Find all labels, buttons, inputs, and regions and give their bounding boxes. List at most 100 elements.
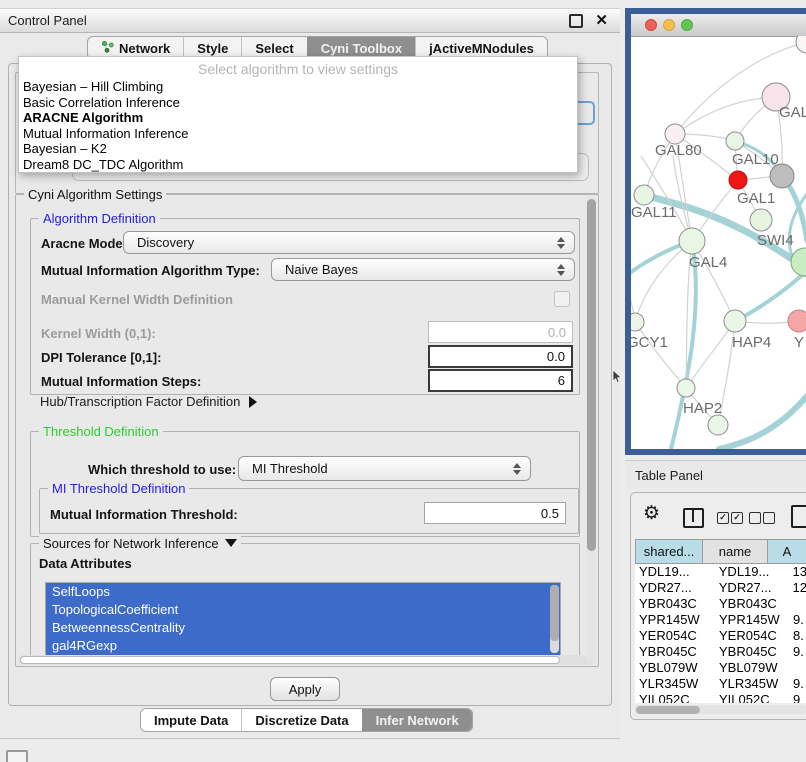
manual-kernel-width-checkbox[interactable] [554, 291, 570, 307]
threshold-definition-title: Threshold Definition [39, 424, 163, 439]
node-top-partial[interactable] [796, 36, 806, 53]
table-row[interactable]: YLR345WYLR345W9. [635, 676, 806, 692]
network-edge[interactable] [671, 241, 696, 449]
mac-minimize-icon[interactable] [663, 19, 675, 31]
node-gal11-label: GAL11 [631, 204, 677, 221]
table-cell: YBR043C [715, 596, 791, 612]
tab-impute-data[interactable]: Impute Data [141, 709, 241, 731]
node-swi4[interactable] [750, 209, 772, 231]
network-edge[interactable] [692, 241, 735, 321]
table-cell: 9. [791, 676, 804, 692]
network-canvas[interactable]: GALGAL80GAL10GAL1SWI4GAL11GAL4GCY1HAP4YH… [631, 36, 806, 449]
aracne-mode-combo[interactable]: Discovery [123, 231, 575, 254]
node-right-green[interactable] [791, 248, 806, 276]
mac-zoom-icon[interactable] [681, 19, 693, 31]
table-cell: YBL079W [635, 660, 715, 676]
dpi-tolerance-field[interactable]: 0.0 [428, 345, 573, 368]
node-pink-right[interactable] [788, 310, 806, 332]
checked-checkbox-icon[interactable]: ✓ [731, 512, 743, 524]
node-gray[interactable] [770, 164, 794, 188]
settings-horizontal-scrollbar[interactable] [18, 655, 594, 665]
gear-icon[interactable]: ⚙ [643, 504, 660, 523]
network-edge[interactable] [719, 396, 806, 449]
tab-label: Discretize Data [255, 713, 348, 728]
table-panel: ⚙ ✓ ✓ shared...nameA YDL19...YDL19...13Y… [630, 492, 806, 720]
table-row[interactable]: YIL052CYIL052C9 [635, 692, 806, 703]
node-swi4-label: SWI4 [757, 232, 794, 249]
mi-steps-label: Mutual Information Steps: [41, 374, 201, 389]
tab-label: Impute Data [154, 713, 228, 728]
node-gal1[interactable] [729, 171, 747, 189]
algorithm-option[interactable]: Dream8 DC_TDC Algorithm [19, 157, 577, 173]
algorithm-definition-title: Algorithm Definition [39, 211, 160, 226]
attributes-scrollbar[interactable] [550, 585, 559, 653]
table-cell: YIL052C [715, 692, 791, 703]
close-icon[interactable]: ✕ [595, 11, 608, 29]
node-gal80[interactable] [665, 124, 685, 144]
document-icon[interactable] [791, 505, 806, 528]
unchecked-checkbox-icon[interactable] [749, 512, 761, 524]
table-horizontal-scrollbar[interactable] [635, 705, 806, 714]
which-threshold-combo[interactable]: MI Threshold [238, 456, 531, 481]
table-row[interactable]: YBR043CYBR043C [635, 596, 806, 612]
table-row[interactable]: YBL079WYBL079W [635, 660, 806, 676]
node-gal4-label: GAL4 [689, 254, 727, 271]
algorithm-option[interactable]: Bayesian – K2 [19, 141, 577, 157]
data-attributes-list[interactable]: SelfLoopsTopologicalCoefficientBetweenne… [45, 582, 561, 656]
tab-discretize-data[interactable]: Discretize Data [241, 709, 361, 731]
table-hscrollbar-thumb[interactable] [636, 706, 700, 714]
network-edge[interactable] [635, 322, 686, 388]
attributes-scrollbar-thumb[interactable] [550, 585, 559, 641]
mi-threshold-field[interactable]: 0.5 [424, 502, 566, 524]
algorithm-option[interactable]: Bayesian – Hill Climbing [19, 79, 577, 95]
network-view-window[interactable]: GALGAL80GAL10GAL1SWI4GAL11GAL4GCY1HAP4YH… [625, 8, 806, 455]
checked-checkbox-icon[interactable]: ✓ [717, 512, 729, 524]
mi-steps-field[interactable]: 6 [428, 369, 573, 392]
node-hap2[interactable] [677, 379, 695, 397]
table-row[interactable]: YDR27...YDR27...12 [635, 580, 806, 596]
table-row[interactable]: YPR145WYPR145W9. [635, 612, 806, 628]
mi-threshold-definition-group: MI Threshold Definition Mutual Informati… [39, 488, 579, 534]
table-row[interactable]: YDL19...YDL19...13 [635, 564, 806, 580]
mi-algorithm-type-combo[interactable]: Naive Bayes [271, 258, 575, 281]
settings-hscrollbar-thumb[interactable] [20, 656, 560, 664]
algorithm-option[interactable]: ARACNE Algorithm [19, 110, 577, 126]
float-window-icon[interactable] [569, 14, 583, 28]
tab-infer-network[interactable]: Infer Network [362, 709, 472, 731]
mac-close-icon[interactable] [645, 19, 657, 31]
kernel-width-field[interactable]: 0.0 [428, 321, 573, 343]
settings-vscrollbar-thumb[interactable] [587, 199, 596, 551]
node-bottom-partial[interactable] [708, 415, 728, 435]
unchecked-checkbox-icon[interactable] [763, 512, 775, 524]
attribute-item[interactable]: TopologicalCoefficient [46, 601, 560, 619]
column-header[interactable]: name [703, 539, 768, 564]
node-gal4[interactable] [679, 228, 705, 254]
node-gal10-label: GAL10 [732, 151, 779, 168]
hub-tf-definition-expander[interactable]: Hub/Transcription Factor Definition [40, 394, 257, 409]
node-gal10[interactable] [726, 132, 744, 150]
table-cell: YBR045C [635, 644, 715, 660]
control-panel-titlebar: Control Panel ✕ [0, 9, 620, 33]
table-row[interactable]: YBR045CYBR045C9. [635, 644, 806, 660]
algorithm-option[interactable]: Basic Correlation Inference [19, 95, 577, 111]
settings-vertical-scrollbar[interactable] [586, 197, 596, 662]
apply-button[interactable]: Apply [270, 677, 340, 701]
table-rows: YDL19...YDL19...13YDR27...YDR27...12YBR0… [635, 564, 806, 703]
attribute-item[interactable]: gal4RGexp [46, 637, 560, 655]
table-cell: YLR345W [635, 676, 715, 692]
column-header[interactable]: shared... [635, 539, 703, 564]
network-window-titlebar[interactable] [631, 14, 806, 37]
minimized-panel-icon[interactable] [6, 750, 28, 762]
attribute-item[interactable]: SelfLoops [46, 583, 560, 601]
columns-icon[interactable] [683, 508, 704, 528]
attribute-item[interactable]: BetweennessCentrality [46, 619, 560, 637]
node-gcy1[interactable] [631, 313, 644, 331]
node-hap4[interactable] [724, 310, 746, 332]
node-gal11[interactable] [634, 185, 654, 205]
algorithm-option[interactable]: Mutual Information Inference [19, 126, 577, 142]
table-row[interactable]: YER054CYER054C8. [635, 628, 806, 644]
table-panel-titlebar: Table Panel [625, 460, 806, 489]
algorithm-dropdown-placeholder: Select algorithm to view settings [19, 59, 577, 79]
column-header[interactable]: A [768, 539, 806, 564]
sources-title[interactable]: Sources for Network Inference [39, 536, 241, 551]
